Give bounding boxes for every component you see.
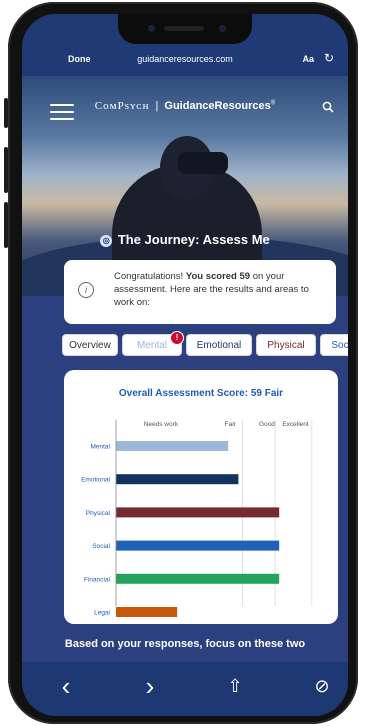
search-icon[interactable] — [322, 101, 334, 113]
scale-label: Needs work — [144, 421, 179, 428]
side-button — [4, 98, 8, 128]
scale-label: Good — [259, 421, 275, 428]
focus-heading: Based on your responses, focus on these … — [64, 638, 306, 650]
category-label: Social — [92, 543, 110, 550]
congrats-card: i Congratulations! You scored 59 on your… — [64, 260, 336, 324]
bar-legal — [116, 607, 178, 617]
share-icon[interactable]: ⇧ — [225, 676, 245, 696]
back-icon[interactable]: ‹ — [56, 673, 76, 699]
tab-physical[interactable]: Physical — [256, 334, 316, 356]
volume-up-button — [4, 147, 8, 193]
bar-social — [116, 540, 280, 551]
site-name: GuidanceResources — [164, 100, 271, 112]
tab-overview[interactable]: Overview — [62, 334, 118, 356]
bar-mental — [116, 441, 229, 451]
forward-icon[interactable]: › — [140, 673, 160, 699]
category-label: Mental — [90, 444, 110, 451]
bar-financial — [116, 573, 280, 584]
text-size-button[interactable]: Aa — [302, 54, 314, 64]
category-label: Financial — [84, 576, 111, 583]
site-brand[interactable]: CᴏᴍPsʏᴄʜ | GuidanceResources® — [22, 100, 348, 112]
assessment-chart: Needs work Fair Good Excellent Mental Emotion… — [81, 420, 313, 617]
site-header: CᴏᴍPsʏᴄʜ | GuidanceResources® — [22, 76, 348, 126]
volume-down-button — [4, 202, 8, 248]
info-icon: i — [78, 282, 94, 298]
bar-physical — [116, 507, 280, 518]
compass-icon[interactable]: ⊘ — [312, 676, 332, 696]
phone-screen: Done guidanceresources.com Aa ↻ CᴏᴍPsʏᴄʜ… — [22, 14, 348, 716]
congrats-message: Congratulations! You scored 59 on your a… — [114, 271, 309, 308]
scale-label: Excellent — [282, 421, 309, 428]
tab-social[interactable]: Social — [320, 334, 348, 356]
category-label: Legal — [94, 610, 110, 617]
brand-separator: | — [155, 100, 159, 112]
tab-emotional[interactable]: Emotional — [186, 334, 252, 356]
journey-icon: ◎ — [100, 234, 113, 247]
brand-name: CᴏᴍPsʏᴄʜ — [94, 100, 150, 112]
alert-badge: ! — [170, 331, 184, 345]
page-title-text: The Journey: Assess Me — [117, 232, 270, 247]
scale-label: Fair — [225, 421, 237, 428]
bar-emotional — [116, 474, 239, 485]
page-title: ◎ The Journey: Assess Me — [22, 232, 348, 247]
notch — [118, 14, 252, 44]
chart-card: Overall Assessment Score: 59 Fair Needs … — [64, 370, 338, 624]
registered-mark: ® — [270, 100, 276, 107]
reload-icon[interactable]: ↻ — [324, 51, 334, 65]
browser-toolbar: ‹ › ⇧ ⊘ — [22, 662, 348, 716]
url-field[interactable]: guidanceresources.com — [22, 54, 348, 64]
browser-bar: Done guidanceresources.com Aa ↻ — [22, 14, 348, 76]
category-label: Emotional — [81, 477, 110, 484]
category-tabs: Overview Mental Emotional Physical Socia… — [62, 334, 348, 358]
category-label: Physical — [86, 510, 111, 517]
